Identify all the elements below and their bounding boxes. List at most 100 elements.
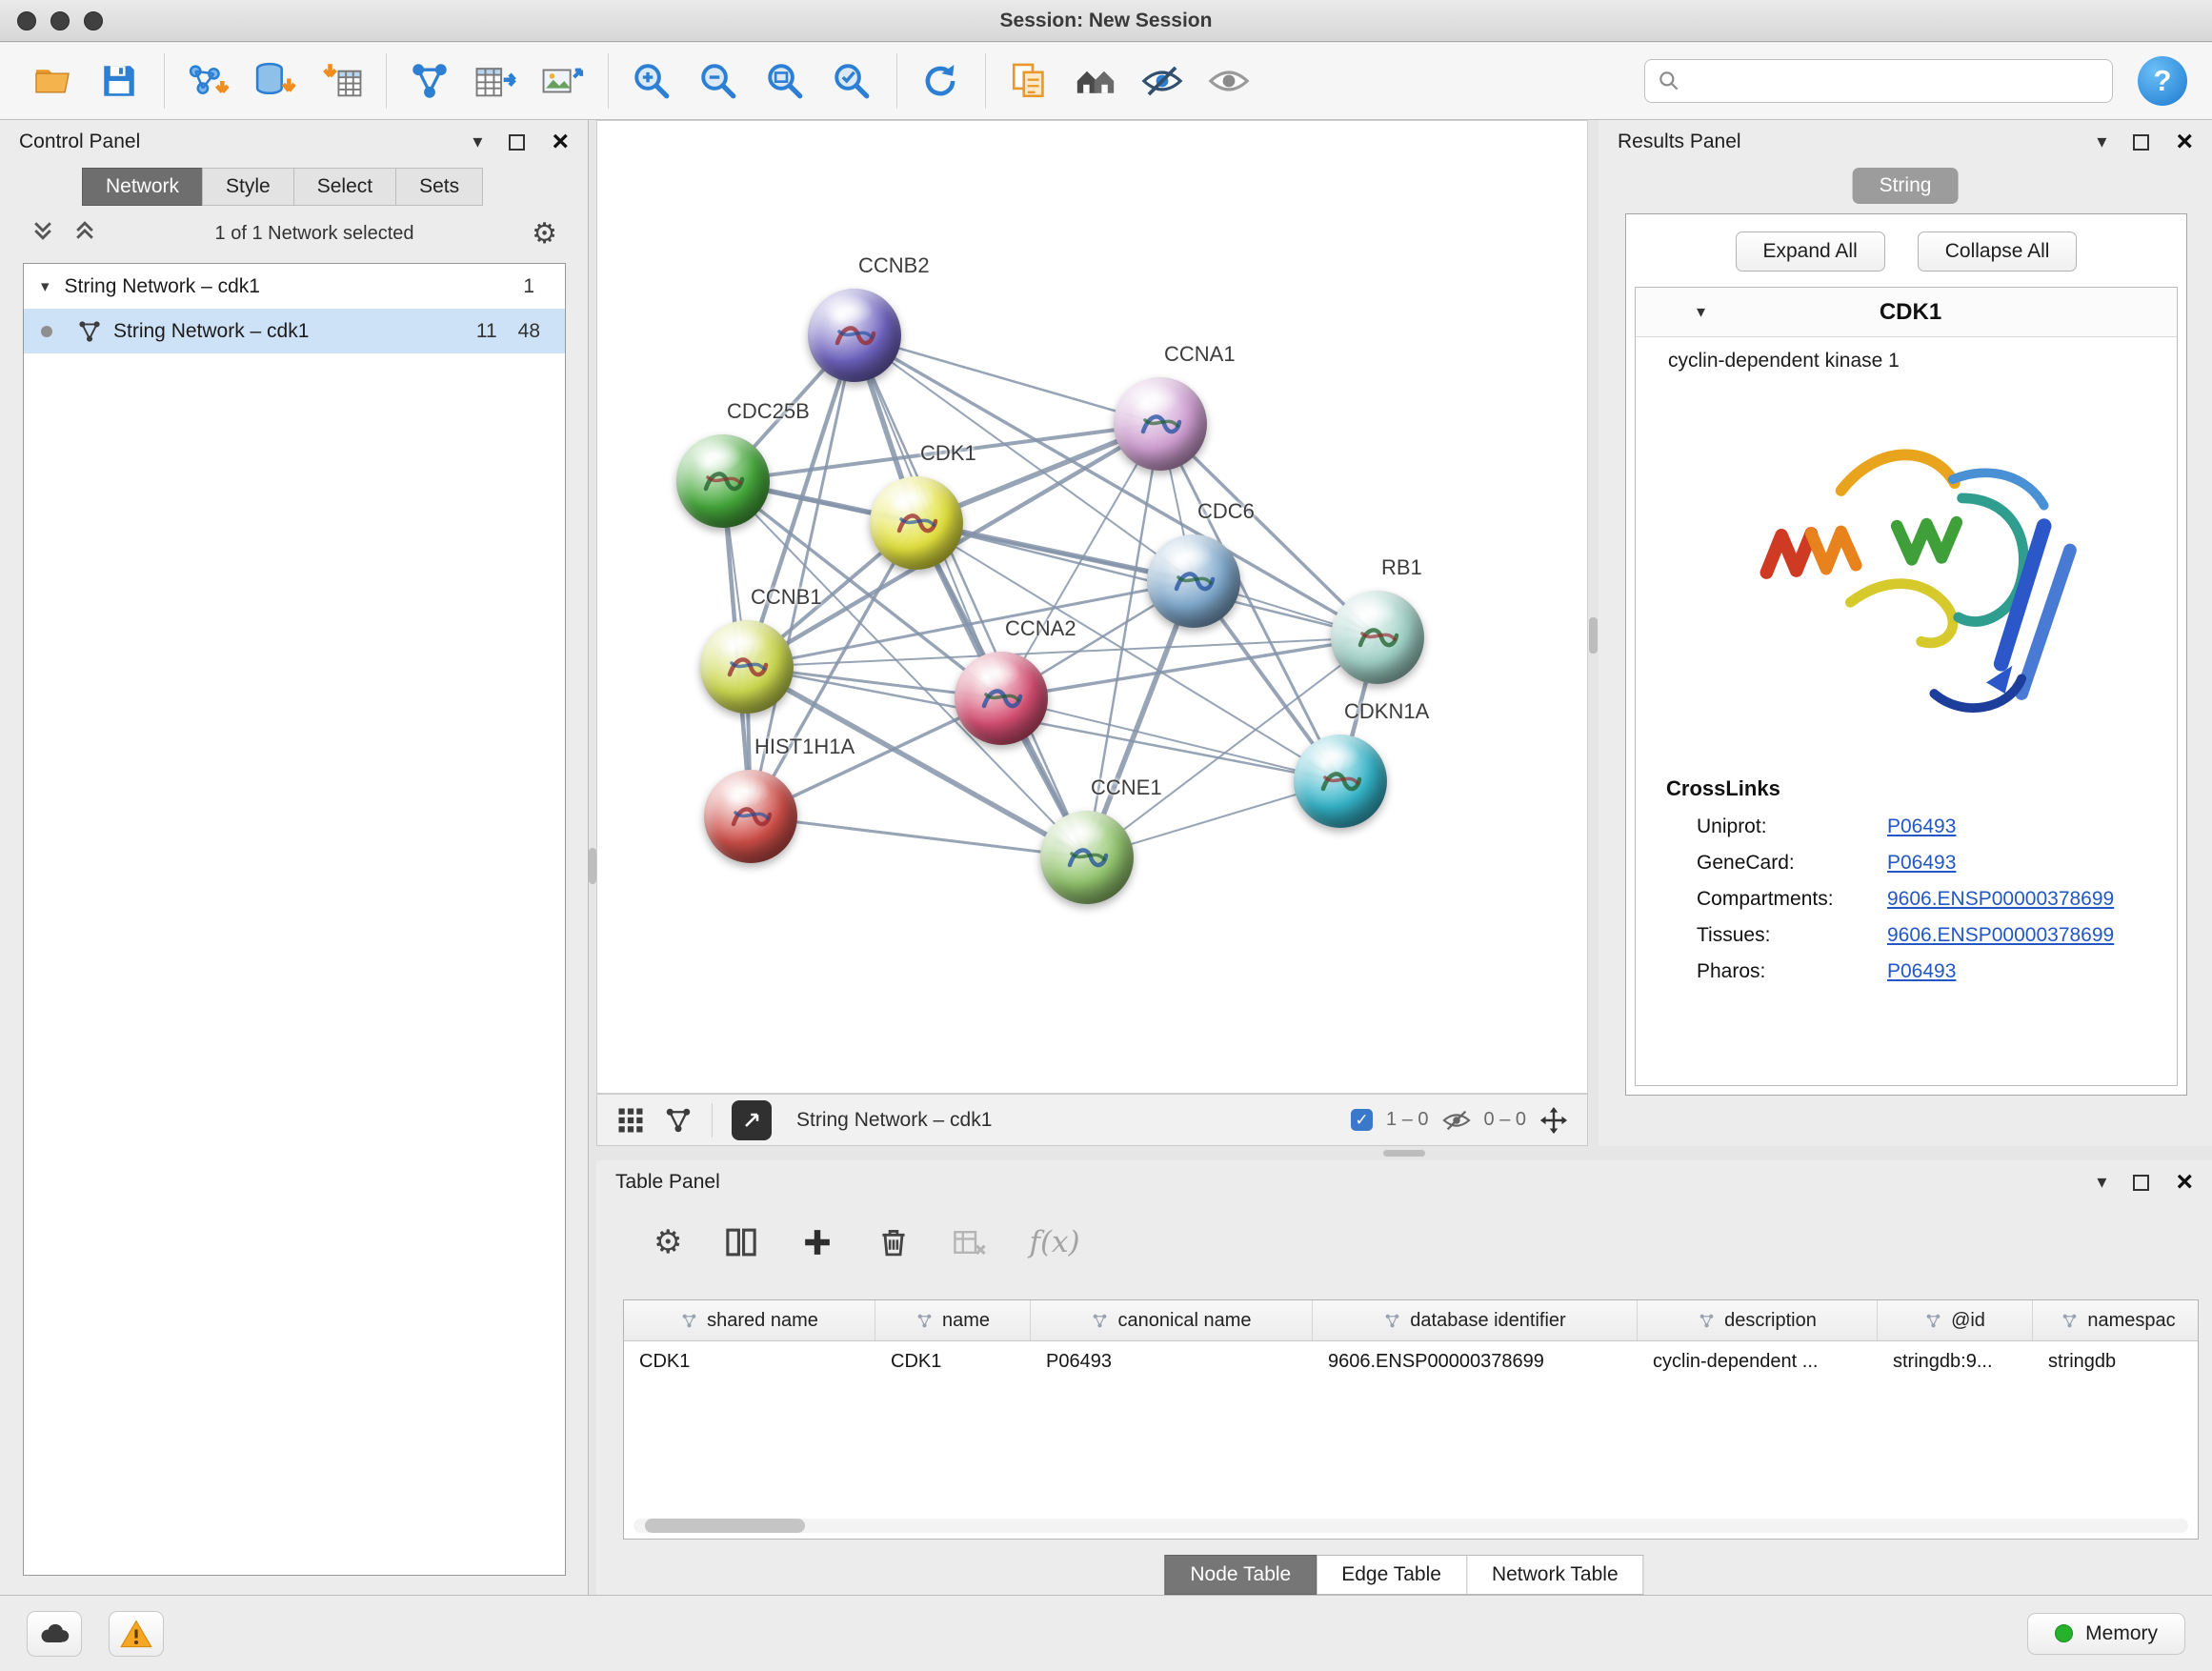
- export-image-icon[interactable]: [535, 53, 591, 109]
- scrollbar-thumb[interactable]: [645, 1519, 805, 1533]
- panel-menu-icon[interactable]: ▾: [2097, 132, 2106, 151]
- right-splitter-handle[interactable]: [1589, 617, 1598, 654]
- string-results-box: Expand All Collapse All ▾ CDK1 cyclin-de…: [1625, 213, 2187, 1096]
- add-column-icon[interactable]: [800, 1225, 835, 1259]
- refresh-icon[interactable]: [913, 53, 968, 109]
- node-CCNE1[interactable]: [1040, 811, 1134, 904]
- hide-selected-eye-slash-icon[interactable]: [1135, 53, 1190, 109]
- zoom-out-icon[interactable]: [691, 53, 746, 109]
- network-icon: [77, 319, 102, 344]
- table-options-gear-icon[interactable]: ⚙: [654, 1223, 682, 1261]
- collapse-all-icon[interactable]: [30, 218, 55, 249]
- column-header-description[interactable]: description: [1638, 1300, 1878, 1340]
- node-HIST1H1A[interactable]: [704, 770, 797, 863]
- column-type-icon: [1924, 1312, 1942, 1330]
- collapse-caret-icon[interactable]: ▾: [41, 277, 50, 296]
- node-label: CCNB2: [858, 253, 930, 278]
- tab-network[interactable]: Network: [82, 168, 202, 206]
- crosslink-link[interactable]: P06493: [1887, 960, 1956, 983]
- pan-crosshair-icon[interactable]: [1539, 1106, 1568, 1135]
- crosslink-link[interactable]: 9606.ENSP00000378699: [1887, 888, 2114, 911]
- node-RB1[interactable]: [1331, 591, 1424, 684]
- network-icon[interactable]: [664, 1106, 693, 1135]
- close-panel-icon[interactable]: ×: [2176, 1168, 2193, 1197]
- maximize-window-button[interactable]: [84, 11, 103, 30]
- left-splitter-handle[interactable]: [589, 848, 596, 884]
- float-panel-icon[interactable]: [2133, 1175, 2149, 1191]
- selected-checkbox-icon[interactable]: ✓: [1351, 1109, 1373, 1131]
- node-CDKN1A[interactable]: [1294, 735, 1387, 828]
- export-table-icon[interactable]: [469, 53, 524, 109]
- collapse-all-button[interactable]: Collapse All: [1918, 232, 2078, 272]
- search-input[interactable]: [1691, 70, 2101, 92]
- horizontal-splitter-handle[interactable]: [1383, 1150, 1425, 1157]
- node-CCNA2[interactable]: [955, 652, 1048, 745]
- crosslink-link[interactable]: 9606.ENSP00000378699: [1887, 924, 2114, 947]
- crosslink-row: Pharos:P06493: [1636, 954, 2177, 990]
- tab-edge-table[interactable]: Edge Table: [1317, 1555, 1467, 1595]
- panel-menu-icon[interactable]: ▾: [2097, 1173, 2106, 1192]
- column-header-shared-name[interactable]: shared name: [624, 1300, 875, 1340]
- search-box[interactable]: [1644, 59, 2113, 103]
- warnings-button[interactable]: [109, 1611, 164, 1657]
- help-icon[interactable]: ?: [2138, 56, 2187, 106]
- gene-entry-header[interactable]: ▾ CDK1: [1636, 288, 2177, 337]
- tree-item-label: String Network – cdk1: [65, 275, 260, 298]
- network-canvas[interactable]: CCNB2CCNA1CDC25BCDK1CDC6RB1CCNB1CCNA2CDK…: [596, 120, 1588, 1094]
- column-header-namespac[interactable]: namespac: [2033, 1300, 2199, 1340]
- column-header--id[interactable]: @id: [1878, 1300, 2033, 1340]
- import-network-file-icon[interactable]: [180, 53, 235, 109]
- delete-column-trash-icon[interactable]: [876, 1225, 911, 1259]
- node-CDC6[interactable]: [1147, 534, 1240, 628]
- close-panel-icon[interactable]: ×: [552, 128, 569, 156]
- column-header-database-identifier[interactable]: database identifier: [1313, 1300, 1638, 1340]
- tab-select[interactable]: Select: [293, 168, 395, 206]
- zoom-selected-icon[interactable]: [824, 53, 879, 109]
- cloud-status-button[interactable]: [27, 1611, 82, 1657]
- open-session-icon[interactable]: [25, 53, 80, 109]
- tree-row[interactable]: ▾String Network – cdk11: [24, 264, 565, 309]
- memory-button[interactable]: Memory: [2027, 1613, 2185, 1655]
- minimize-window-button[interactable]: [50, 11, 70, 30]
- table-cell: 9606.ENSP00000378699: [1313, 1341, 1638, 1382]
- show-columns-icon[interactable]: [724, 1225, 758, 1259]
- expand-all-button[interactable]: Expand All: [1736, 232, 1885, 272]
- tab-sets[interactable]: Sets: [395, 168, 483, 206]
- node-CCNA1[interactable]: [1114, 377, 1207, 471]
- expand-all-icon[interactable]: [72, 218, 97, 249]
- tab-node-table[interactable]: Node Table: [1164, 1555, 1317, 1595]
- new-network-icon[interactable]: [402, 53, 457, 109]
- export-network-icon[interactable]: [732, 1100, 772, 1140]
- table-row[interactable]: CDK1CDK1P064939606.ENSP00000378699cyclin…: [624, 1341, 2198, 1382]
- node-CCNB1[interactable]: [700, 620, 794, 714]
- import-network-database-icon[interactable]: [247, 53, 302, 109]
- tab-style[interactable]: Style: [202, 168, 293, 206]
- node-CCNB2[interactable]: [808, 289, 901, 382]
- tab-string[interactable]: String: [1853, 168, 1959, 204]
- float-panel-icon[interactable]: [2133, 134, 2149, 151]
- node-CDK1[interactable]: [870, 476, 963, 570]
- hidden-eye-slash-icon[interactable]: [1442, 1106, 1471, 1135]
- float-panel-icon[interactable]: [509, 134, 525, 151]
- close-window-button[interactable]: [17, 11, 36, 30]
- network-options-gear-icon[interactable]: ⚙: [532, 217, 557, 251]
- show-all-eye-icon[interactable]: [1201, 53, 1257, 109]
- collapse-caret-icon[interactable]: ▾: [1697, 302, 1705, 322]
- node-CDC25B[interactable]: [676, 434, 770, 528]
- panel-menu-icon[interactable]: ▾: [473, 132, 482, 151]
- home-layouts-icon[interactable]: [1068, 53, 1123, 109]
- column-header-canonical-name[interactable]: canonical name: [1031, 1300, 1313, 1340]
- tab-network-table[interactable]: Network Table: [1467, 1555, 1644, 1595]
- table-horizontal-scrollbar[interactable]: [633, 1519, 2188, 1533]
- birdseye-grid-icon[interactable]: [616, 1106, 645, 1135]
- zoom-in-icon[interactable]: [624, 53, 679, 109]
- import-table-icon[interactable]: [313, 53, 369, 109]
- crosslink-link[interactable]: P06493: [1887, 815, 1956, 838]
- tree-row[interactable]: String Network – cdk11148: [24, 309, 565, 353]
- crosslink-link[interactable]: P06493: [1887, 852, 1956, 875]
- column-header-name[interactable]: name: [875, 1300, 1031, 1340]
- zoom-fit-icon[interactable]: [757, 53, 813, 109]
- close-panel-icon[interactable]: ×: [2176, 128, 2193, 156]
- duplicate-style-icon[interactable]: [1001, 53, 1056, 109]
- save-session-icon[interactable]: [91, 53, 147, 109]
